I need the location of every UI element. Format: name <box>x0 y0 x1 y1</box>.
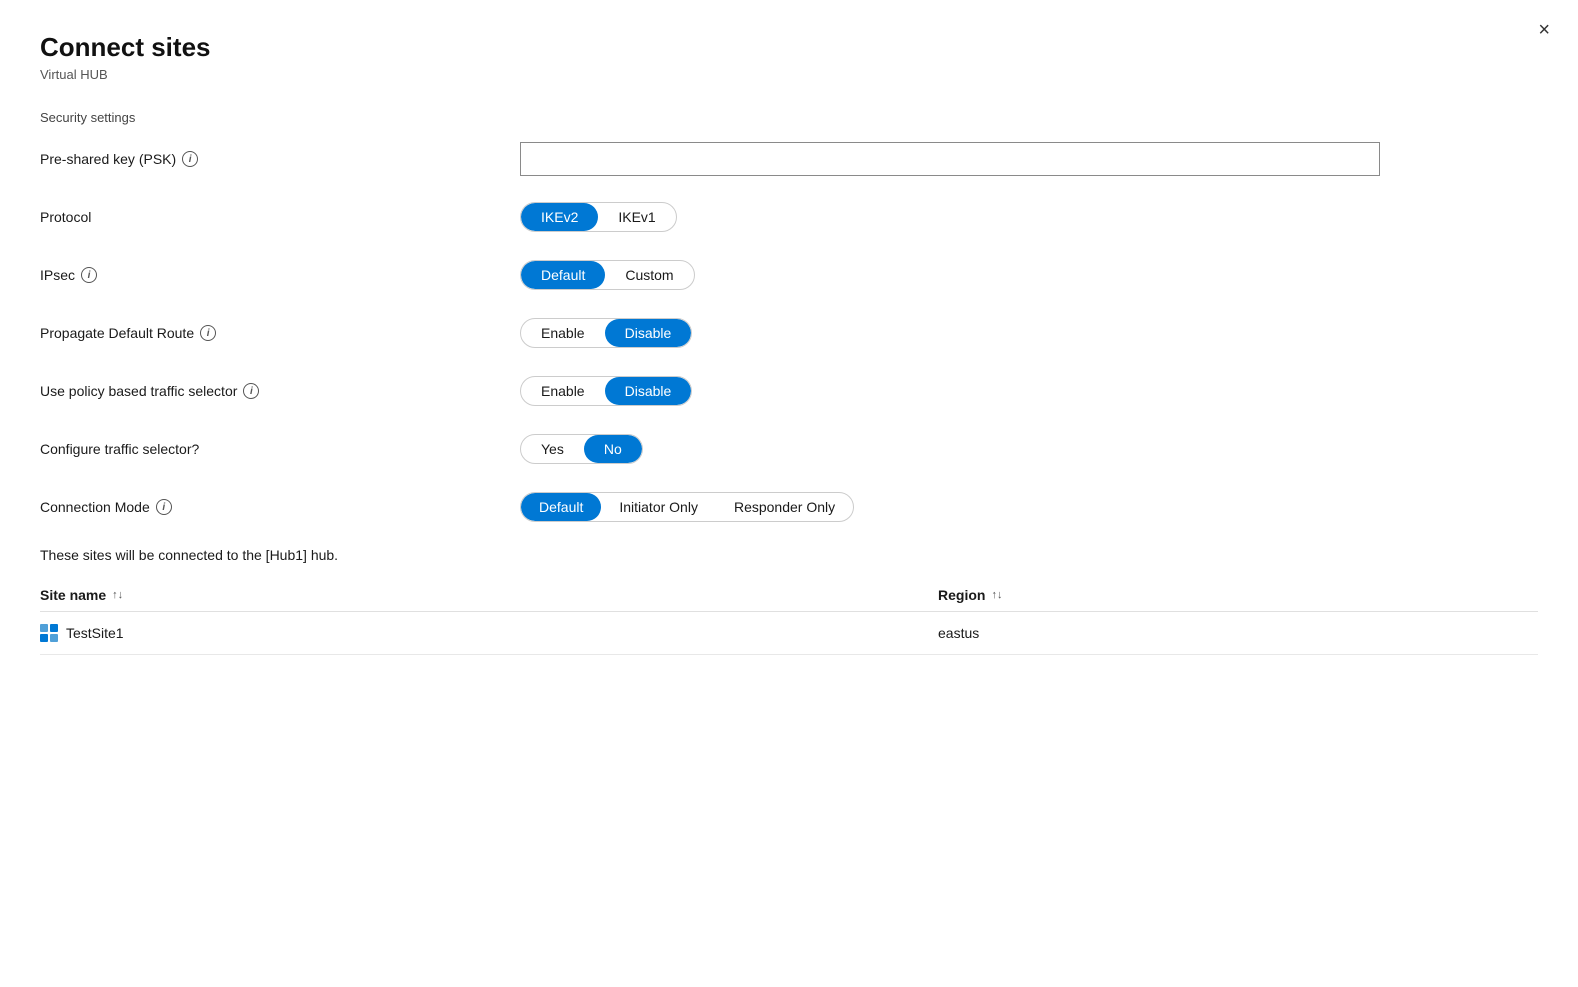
connection-mode-label: Connection Mode i <box>40 499 520 515</box>
region-sort-icon[interactable]: ↑↓ <box>991 589 1002 601</box>
policy-disable-button[interactable]: Disable <box>605 377 692 405</box>
protocol-ikev2-button[interactable]: IKEv2 <box>521 203 598 231</box>
vpn-site-icon <box>40 624 58 642</box>
cell-site-name: TestSite1 <box>40 624 938 642</box>
sites-table: Site name ↑↓ Region ↑↓ TestSite1 eastus <box>40 587 1538 655</box>
ipsec-default-button[interactable]: Default <box>521 261 605 289</box>
hub-info-text: These sites will be connected to the [Hu… <box>40 547 1538 563</box>
connection-mode-toggle-group: Default Initiator Only Responder Only <box>520 492 854 522</box>
policy-enable-button[interactable]: Enable <box>521 377 605 405</box>
panel-title: Connect sites <box>40 32 1538 63</box>
psk-label: Pre-shared key (PSK) i <box>40 151 520 167</box>
policy-label: Use policy based traffic selector i <box>40 383 520 399</box>
psk-row: Pre-shared key (PSK) i <box>40 141 1538 177</box>
psk-input[interactable] <box>520 142 1380 176</box>
psk-info-icon[interactable]: i <box>182 151 198 167</box>
traffic-selector-toggle-group: Yes No <box>520 434 643 464</box>
propagate-disable-button[interactable]: Disable <box>605 319 692 347</box>
site-name-sort-icon[interactable]: ↑↓ <box>112 589 123 601</box>
connection-mode-info-icon[interactable]: i <box>156 499 172 515</box>
traffic-selector-row: Configure traffic selector? Yes No <box>40 431 1538 467</box>
policy-info-icon[interactable]: i <box>243 383 259 399</box>
connect-sites-panel: × Connect sites Virtual HUB Security set… <box>0 0 1578 987</box>
security-settings-label: Security settings <box>40 110 1538 125</box>
connection-mode-default-button[interactable]: Default <box>521 493 601 521</box>
col-region-header: Region ↑↓ <box>938 587 1538 603</box>
policy-row: Use policy based traffic selector i Enab… <box>40 373 1538 409</box>
ipsec-row: IPsec i Default Custom <box>40 257 1538 293</box>
protocol-label: Protocol <box>40 209 520 225</box>
connection-mode-responder-button[interactable]: Responder Only <box>716 493 853 521</box>
traffic-selector-label: Configure traffic selector? <box>40 441 520 457</box>
propagate-info-icon[interactable]: i <box>200 325 216 341</box>
table-row: TestSite1 eastus <box>40 612 1538 655</box>
connection-mode-row: Connection Mode i Default Initiator Only… <box>40 489 1538 525</box>
panel-subtitle: Virtual HUB <box>40 67 1538 82</box>
connection-mode-initiator-button[interactable]: Initiator Only <box>601 493 716 521</box>
table-header: Site name ↑↓ Region ↑↓ <box>40 587 1538 612</box>
ipsec-label: IPsec i <box>40 267 520 283</box>
close-button[interactable]: × <box>1538 20 1550 40</box>
protocol-ikev1-button[interactable]: IKEv1 <box>598 203 675 231</box>
col-site-name-header: Site name ↑↓ <box>40 587 938 603</box>
traffic-selector-no-button[interactable]: No <box>584 435 642 463</box>
propagate-enable-button[interactable]: Enable <box>521 319 605 347</box>
ipsec-custom-button[interactable]: Custom <box>605 261 693 289</box>
propagate-toggle-group: Enable Disable <box>520 318 692 348</box>
ipsec-toggle-group: Default Custom <box>520 260 695 290</box>
traffic-selector-yes-button[interactable]: Yes <box>521 435 584 463</box>
cell-region: eastus <box>938 625 1538 641</box>
protocol-row: Protocol IKEv2 IKEv1 <box>40 199 1538 235</box>
ipsec-info-icon[interactable]: i <box>81 267 97 283</box>
propagate-row: Propagate Default Route i Enable Disable <box>40 315 1538 351</box>
propagate-label: Propagate Default Route i <box>40 325 520 341</box>
policy-toggle-group: Enable Disable <box>520 376 692 406</box>
protocol-toggle-group: IKEv2 IKEv1 <box>520 202 677 232</box>
